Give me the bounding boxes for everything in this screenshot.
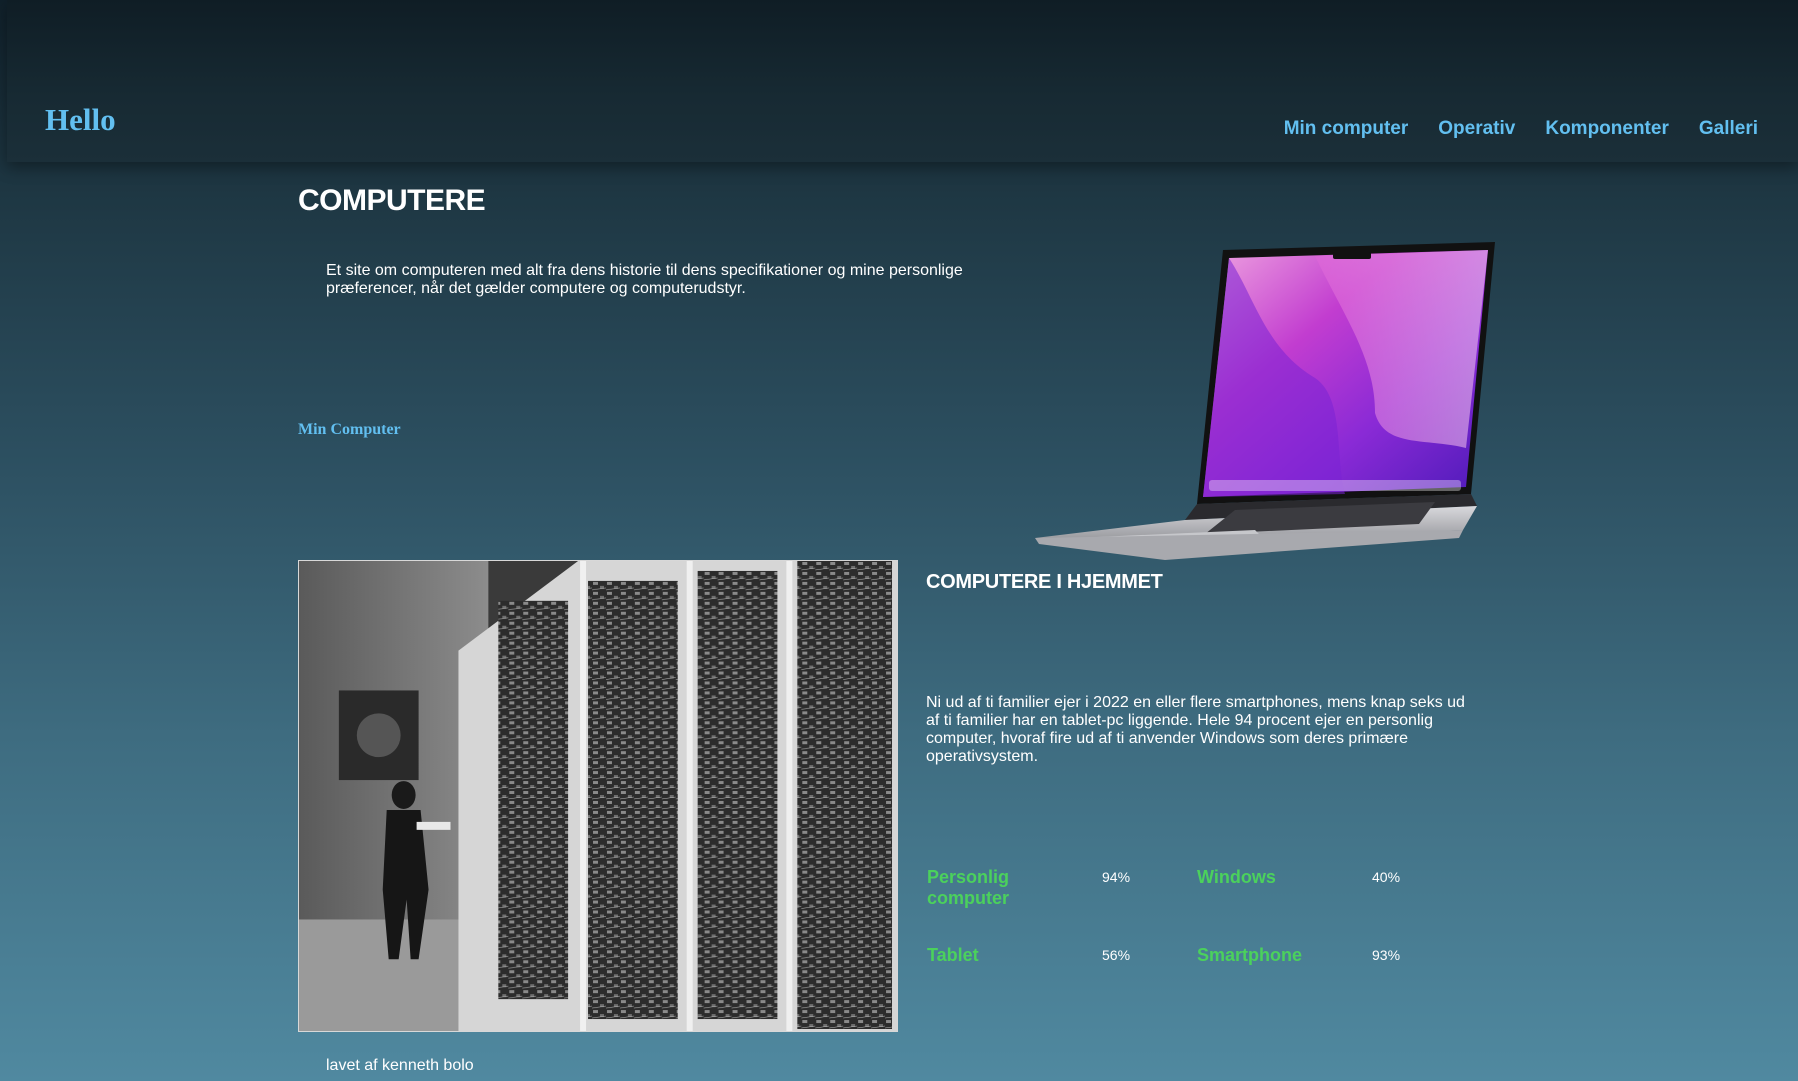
nav-link-komponenter[interactable]: Komponenter: [1545, 118, 1669, 139]
stat-label-windows: Windows: [1197, 867, 1276, 887]
nav-link-operativ[interactable]: Operativ: [1438, 118, 1515, 139]
nav-item-operativ: Operativ: [1438, 118, 1515, 140]
section-title: COMPUTERE I HJEMMET: [926, 571, 1163, 593]
historic-computer-photo: [298, 560, 898, 1032]
page-title: COMPUTERE: [298, 184, 486, 217]
main-nav: Min computer Operativ Komponenter Galler…: [1284, 118, 1758, 140]
nav-link-galleri[interactable]: Galleri: [1699, 118, 1758, 139]
stat-label-personlig-computer: Personlig computer: [927, 867, 1010, 908]
stat-label-tablet: Tablet: [927, 945, 979, 965]
intro-text: Et site om computeren med alt fra dens h…: [326, 262, 963, 297]
min-computer-link[interactable]: Min Computer: [298, 421, 401, 439]
nav-item-min-computer: Min computer: [1284, 118, 1409, 140]
site-logo[interactable]: Hello: [45, 104, 116, 135]
nav-item-komponenter: Komponenter: [1545, 118, 1669, 140]
site-header: Hello Min computer Operativ Komponenter …: [7, 0, 1798, 162]
stat-value-tablet: 56%: [1102, 947, 1131, 963]
stat-value-smartphone: 93%: [1372, 947, 1401, 963]
stat-value-windows: 40%: [1372, 869, 1401, 885]
section-text: Ni ud af ti familier ejer i 2022 en elle…: [926, 694, 1465, 765]
nav-item-galleri: Galleri: [1699, 118, 1758, 140]
nav-link-min-computer[interactable]: Min computer: [1284, 118, 1409, 139]
stat-label-smartphone: Smartphone: [1197, 945, 1303, 965]
stat-value-personlig-computer: 94%: [1102, 869, 1131, 885]
laptop-image: [1035, 242, 1495, 560]
footer-credit: lavet af kenneth bolo: [326, 1057, 474, 1074]
